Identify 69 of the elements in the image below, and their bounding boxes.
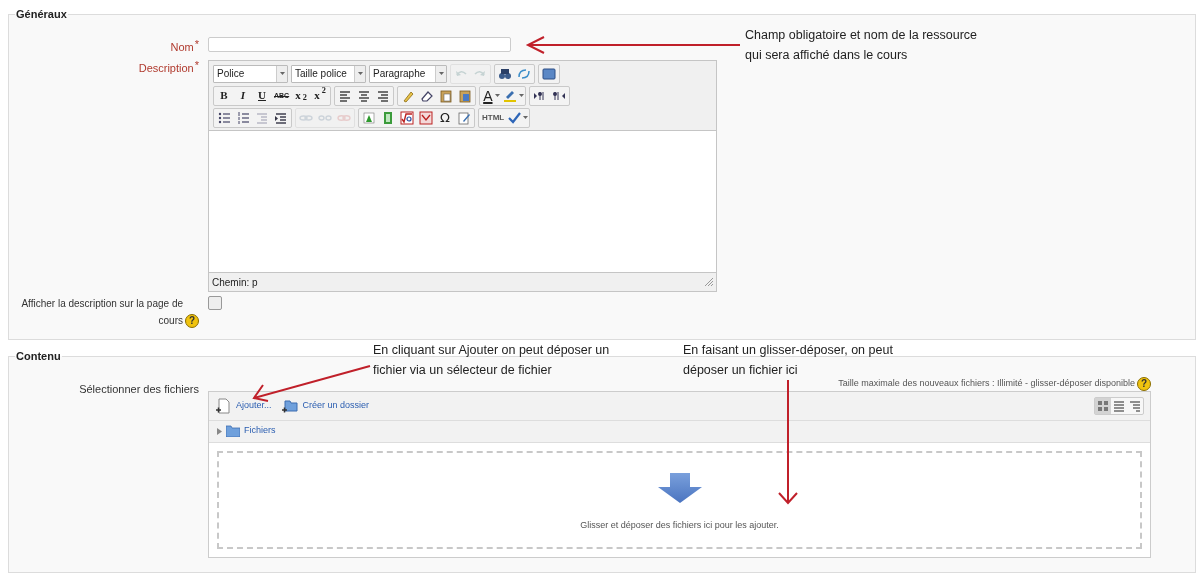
- drop-hint: Glisser et déposer des fichiers ici pour les ajouter.: [580, 519, 779, 532]
- caret-icon: [518, 94, 524, 97]
- resize-grip-icon[interactable]: [705, 278, 713, 286]
- align-right-icon: [376, 88, 391, 103]
- drop-zone[interactable]: Glisser et déposer des fichiers ici pour les ajouter.: [217, 450, 1142, 549]
- equation-icon: [400, 110, 414, 125]
- format-button[interactable]: U: [253, 86, 271, 105]
- format-button[interactable]: Ω: [436, 108, 454, 127]
- field-label: Nom: [170, 39, 194, 55]
- format-button[interactable]: B: [215, 86, 233, 105]
- tex-button[interactable]: [417, 108, 435, 127]
- document-edit-icon: [457, 110, 471, 125]
- replace-icon: [517, 66, 531, 81]
- film-icon: [381, 110, 395, 125]
- tex-icon: [419, 110, 433, 125]
- view-mode-button[interactable]: [1095, 397, 1111, 414]
- outdent-icon: [255, 110, 269, 125]
- font-color-button[interactable]: A: [481, 86, 502, 105]
- font-select[interactable]: Paragraphe: [369, 64, 447, 83]
- field-label: Sélectionner des fichiers: [78, 381, 199, 397]
- editor-path: Chemin: p: [212, 275, 258, 290]
- add-file-icon: [215, 397, 231, 414]
- checkbox[interactable]: [208, 296, 222, 310]
- field-label: Afficher la description sur la page de cours: [20, 297, 183, 328]
- format-button[interactable]: x$^{2}$: [311, 86, 330, 105]
- folder-icon: [226, 425, 240, 437]
- image-icon: [362, 110, 376, 125]
- required-mark: *: [194, 38, 199, 50]
- spellcheck-icon: [507, 110, 522, 125]
- clipboard-icon: [458, 88, 473, 103]
- caret-icon: [438, 72, 444, 75]
- binoculars-icon: [498, 66, 512, 81]
- name-input-field[interactable]: [208, 36, 511, 52]
- clipboard-icon: [439, 88, 454, 103]
- caret-icon: [279, 72, 285, 75]
- bullet-list-icon: [217, 110, 231, 125]
- down-arrow-icon: [657, 473, 702, 503]
- section-legend: Contenu: [15, 348, 62, 365]
- align-left-icon: [338, 88, 353, 103]
- annotation-text: En cliquant sur Ajouter on peut déposer un fichier via un sélecteur de fichier: [373, 342, 611, 379]
- caret-icon: [494, 94, 500, 97]
- equation-button[interactable]: [398, 108, 416, 127]
- section-legend: Généraux: [15, 6, 68, 23]
- toolbar-link[interactable]: Ajouter...: [215, 397, 272, 414]
- font-select[interactable]: Police: [213, 64, 288, 83]
- indent-icon: [274, 110, 288, 125]
- numbered-list-icon: [236, 110, 250, 125]
- format-button[interactable]: I: [234, 86, 252, 105]
- add-folder-icon: [281, 397, 298, 414]
- caret-icon: [357, 72, 363, 75]
- toolbar-link[interactable]: Créer un dossier: [281, 397, 370, 414]
- annotation-text: Champ obligatoire et nom de la ressource qui sera affiché dans le cours: [745, 27, 979, 64]
- max-size-note: Taille maximale des nouveaux fichiers : Illimité - glisser-déposer disponible: [838, 376, 1135, 390]
- format-button[interactable]: x$_{2}$: [292, 86, 311, 105]
- required-mark: *: [194, 60, 199, 71]
- help-icon[interactable]: ?: [185, 314, 199, 328]
- annotation-text: En faisant un glisser-déposer, on peut déposer un fichier ici: [683, 342, 894, 379]
- highlighter-icon: [502, 88, 517, 103]
- format-button[interactable]: HTML: [480, 108, 507, 127]
- align-center-icon: [357, 88, 372, 103]
- expand-triangle-icon[interactable]: [217, 427, 222, 435]
- folder-link[interactable]: Fichiers: [226, 424, 276, 438]
- help-icon[interactable]: ?: [1137, 376, 1151, 391]
- field-label: Description: [138, 61, 194, 76]
- grid-view-icon: [1096, 398, 1110, 413]
- list-view-icon: [1112, 398, 1126, 413]
- caret-icon: [523, 116, 529, 119]
- tree-view-icon: [1128, 398, 1142, 413]
- font-select[interactable]: Taille police: [291, 64, 366, 83]
